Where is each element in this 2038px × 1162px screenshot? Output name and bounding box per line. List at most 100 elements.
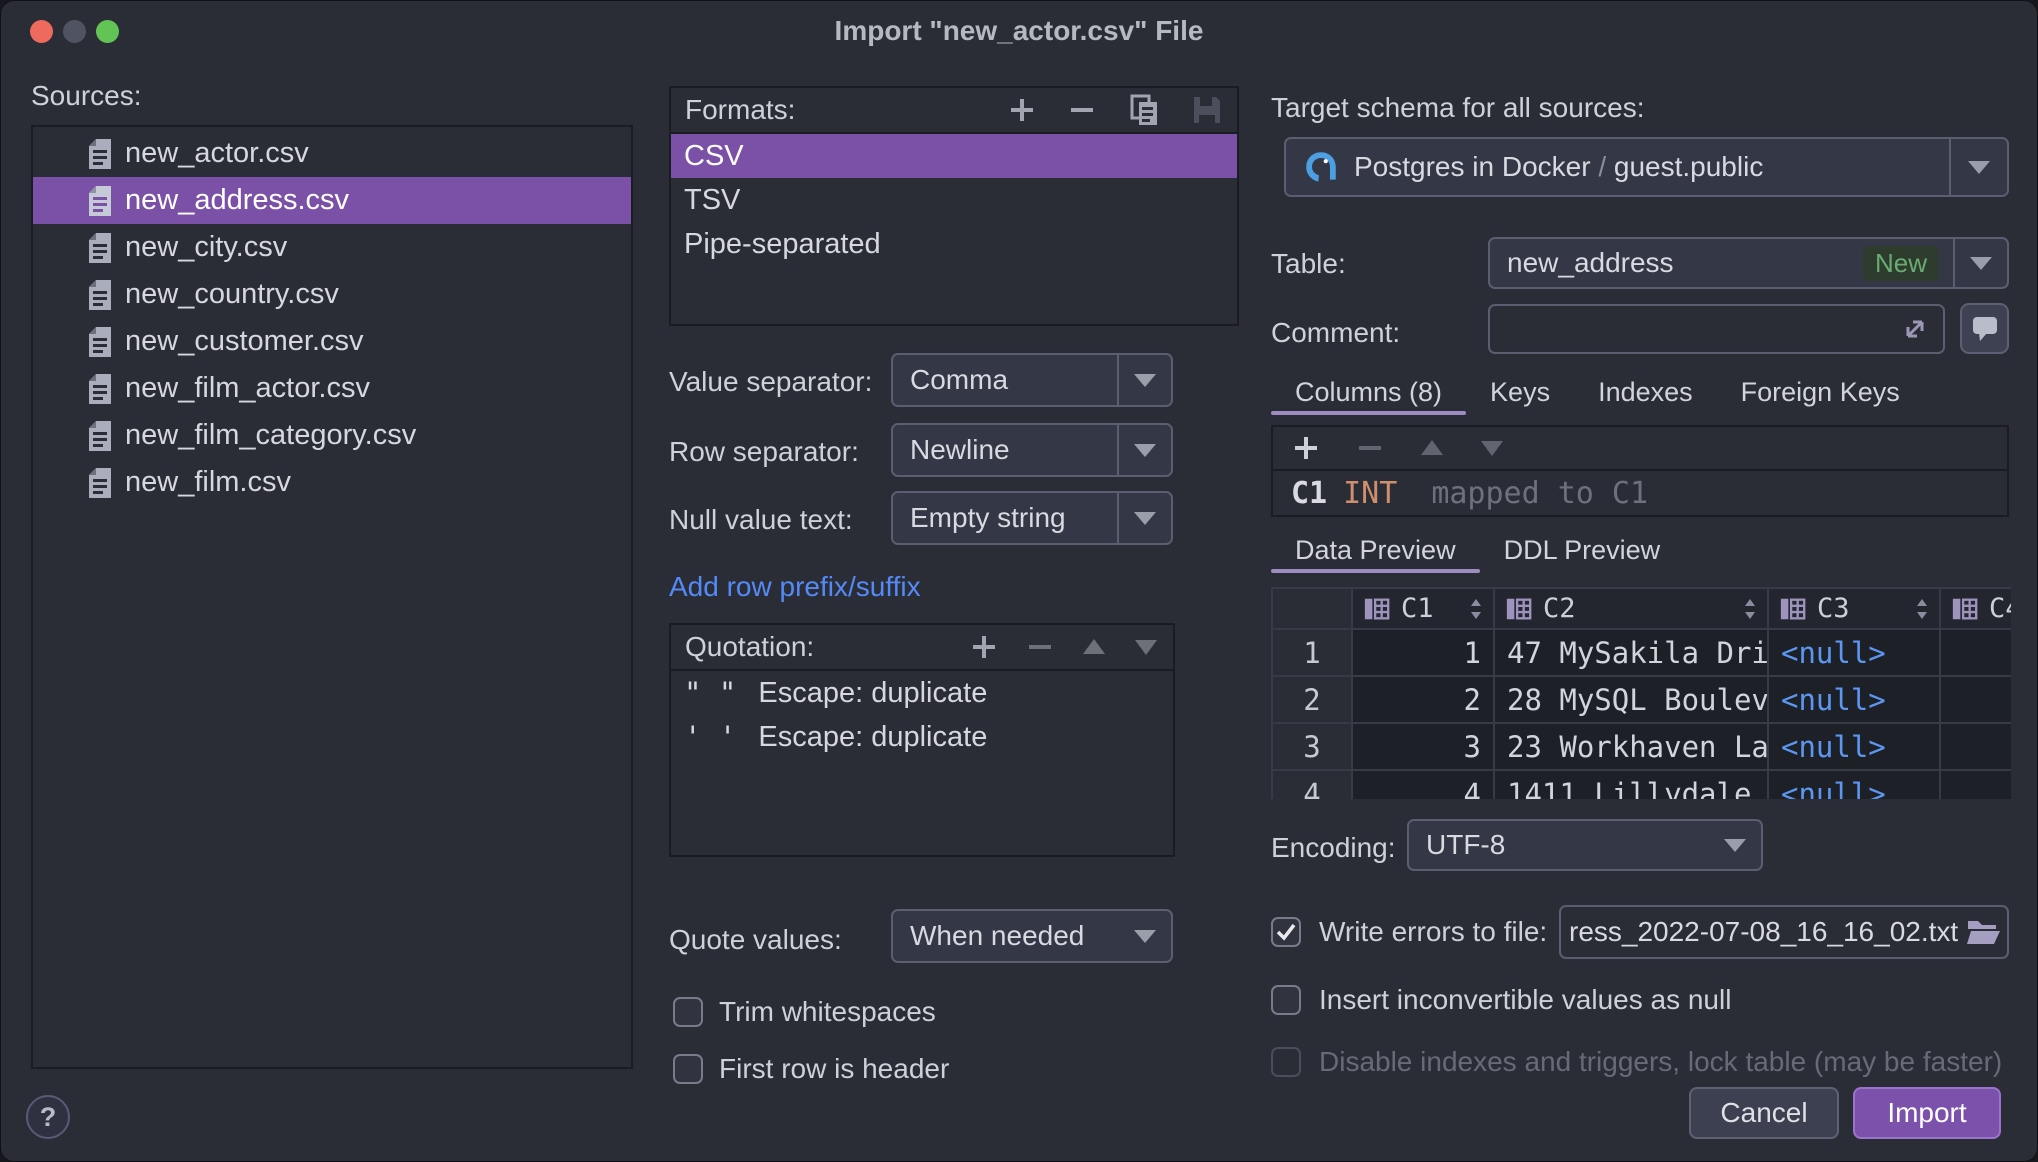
source-name: new_film_actor.csv [125, 372, 370, 405]
comment-bubble-button[interactable] [1960, 303, 2009, 354]
row-separator-select[interactable]: Newline [891, 423, 1173, 477]
trim-whitespaces-checkbox[interactable] [673, 997, 703, 1027]
row-number: 4 [1273, 771, 1353, 799]
source-item[interactable]: new_country.csv [33, 271, 631, 318]
import-button[interactable]: Import [1853, 1087, 2001, 1139]
value-separator-select[interactable]: Comma [891, 353, 1173, 407]
sort-icon[interactable] [1469, 597, 1483, 621]
errors-file-value: ress_2022-07-08_16_16_02.txt [1561, 916, 1965, 948]
new-table-badge: New [1863, 246, 1939, 281]
remove-quotation-icon[interactable] [1025, 632, 1055, 662]
value-separator-value: Comma [893, 364, 1117, 396]
move-column-down-icon[interactable] [1479, 437, 1505, 459]
move-up-icon[interactable] [1081, 636, 1107, 658]
tab-data-preview[interactable]: Data Preview [1271, 529, 1480, 571]
cell-c4[interactable] [1941, 630, 2011, 677]
csv-file-icon [87, 185, 113, 217]
sort-icon[interactable] [1915, 597, 1929, 621]
column-definition-row[interactable]: C1 INT mapped to C1 [1273, 471, 2007, 515]
schema-separator: / [1598, 151, 1606, 182]
source-name: new_film.csv [125, 466, 291, 499]
formats-label: Formats: [685, 93, 795, 127]
table-row: 4 4 1411 Lillydale Dr… <null> [1273, 771, 2011, 799]
cell-c1[interactable]: 1 [1353, 630, 1495, 677]
open-folder-icon[interactable] [1965, 917, 2001, 947]
add-row-prefix-suffix-link[interactable]: Add row prefix/suffix [669, 571, 921, 603]
help-button[interactable]: ? [26, 1095, 70, 1139]
encoding-select[interactable]: UTF-8 [1407, 819, 1763, 871]
column-header-c4[interactable]: C4 [1941, 589, 2011, 630]
errors-file-input[interactable]: ress_2022-07-08_16_16_02.txt [1559, 905, 2009, 959]
table-name-select[interactable]: new_address New [1488, 237, 2009, 289]
chevron-down-icon [1117, 493, 1171, 543]
column-header-c2[interactable]: C2 [1495, 589, 1769, 630]
expand-editor-icon[interactable] [1899, 313, 1931, 345]
quotation-item[interactable]: ' ' Escape: duplicate [671, 715, 1173, 759]
add-format-icon[interactable] [1007, 95, 1037, 125]
target-schema-select[interactable]: Postgres in Docker / guest.public [1284, 137, 2009, 197]
add-column-icon[interactable] [1291, 433, 1321, 463]
source-item[interactable]: new_city.csv [33, 224, 631, 271]
table-label: Table: [1271, 247, 1346, 281]
move-down-icon[interactable] [1133, 636, 1159, 658]
chevron-down-icon [1117, 425, 1171, 475]
column-icon [1363, 595, 1391, 623]
cell-c3-null[interactable]: <null> [1769, 630, 1941, 677]
column-header-c3[interactable]: C3 [1769, 589, 1941, 630]
cell-c2[interactable]: 28 MySQL Boulevard [1495, 677, 1769, 724]
comment-input[interactable] [1488, 304, 1945, 354]
tab-ddl-preview[interactable]: DDL Preview [1480, 529, 1685, 571]
source-item[interactable]: new_actor.csv [33, 130, 631, 177]
column-icon [1505, 595, 1533, 623]
cell-c3-null[interactable]: <null> [1769, 771, 1941, 799]
cell-c4[interactable] [1941, 677, 2011, 724]
tab-columns[interactable]: Columns (8) [1271, 371, 1466, 413]
cell-c3-null[interactable]: <null> [1769, 677, 1941, 724]
cell-c1[interactable]: 3 [1353, 724, 1495, 771]
column-header-c1[interactable]: C1 [1353, 589, 1495, 630]
format-name: Pipe-separated [684, 228, 881, 261]
insert-null-checkbox[interactable] [1271, 985, 1301, 1015]
source-item-selected[interactable]: new_address.csv [33, 177, 631, 224]
first-row-header-checkbox[interactable] [673, 1054, 703, 1084]
tab-keys[interactable]: Keys [1466, 371, 1574, 413]
tab-foreign-keys[interactable]: Foreign Keys [1717, 371, 1924, 413]
format-item-selected[interactable]: CSV [671, 134, 1237, 178]
cell-c4[interactable] [1941, 771, 2011, 799]
write-errors-checkbox[interactable] [1271, 917, 1301, 947]
remove-format-icon[interactable] [1067, 95, 1097, 125]
source-item[interactable]: new_film.csv [33, 459, 631, 506]
quote-values-select[interactable]: When needed [891, 909, 1173, 963]
cell-c2[interactable]: 23 Workhaven Lane [1495, 724, 1769, 771]
data-preview-table: C1 C2 C3 C4 1 1 47 MySakila Drive <null [1271, 587, 2011, 799]
column-type: INT [1343, 476, 1397, 511]
cell-c3-null[interactable]: <null> [1769, 724, 1941, 771]
format-item[interactable]: Pipe-separated [671, 222, 1237, 266]
quotation-item[interactable]: " " Escape: duplicate [671, 671, 1173, 715]
cell-c2[interactable]: 47 MySakila Drive [1495, 630, 1769, 677]
csv-file-icon [87, 420, 113, 452]
cell-c4[interactable] [1941, 724, 2011, 771]
tab-indexes[interactable]: Indexes [1574, 371, 1717, 413]
move-column-up-icon[interactable] [1419, 437, 1445, 459]
copy-format-icon[interactable] [1127, 93, 1161, 127]
null-value-text-value: Empty string [893, 502, 1117, 534]
source-item[interactable]: new_film_category.csv [33, 412, 631, 459]
chevron-down-icon [1709, 821, 1761, 869]
add-quotation-icon[interactable] [969, 632, 999, 662]
save-format-icon[interactable] [1191, 94, 1223, 126]
disable-indexes-label: Disable indexes and triggers, lock table… [1319, 1045, 2002, 1079]
remove-column-icon[interactable] [1355, 433, 1385, 463]
chevron-down-icon [1117, 355, 1171, 405]
source-item[interactable]: new_film_actor.csv [33, 365, 631, 412]
schema-path: guest.public [1614, 151, 1763, 182]
cancel-button[interactable]: Cancel [1689, 1087, 1839, 1139]
sort-icon[interactable] [1743, 597, 1757, 621]
cell-c2[interactable]: 1411 Lillydale Dr… [1495, 771, 1769, 799]
format-item[interactable]: TSV [671, 178, 1237, 222]
column-header-label: C2 [1543, 593, 1576, 624]
cell-c1[interactable]: 4 [1353, 771, 1495, 799]
cell-c1[interactable]: 2 [1353, 677, 1495, 724]
null-value-text-select[interactable]: Empty string [891, 491, 1173, 545]
source-item[interactable]: new_customer.csv [33, 318, 631, 365]
